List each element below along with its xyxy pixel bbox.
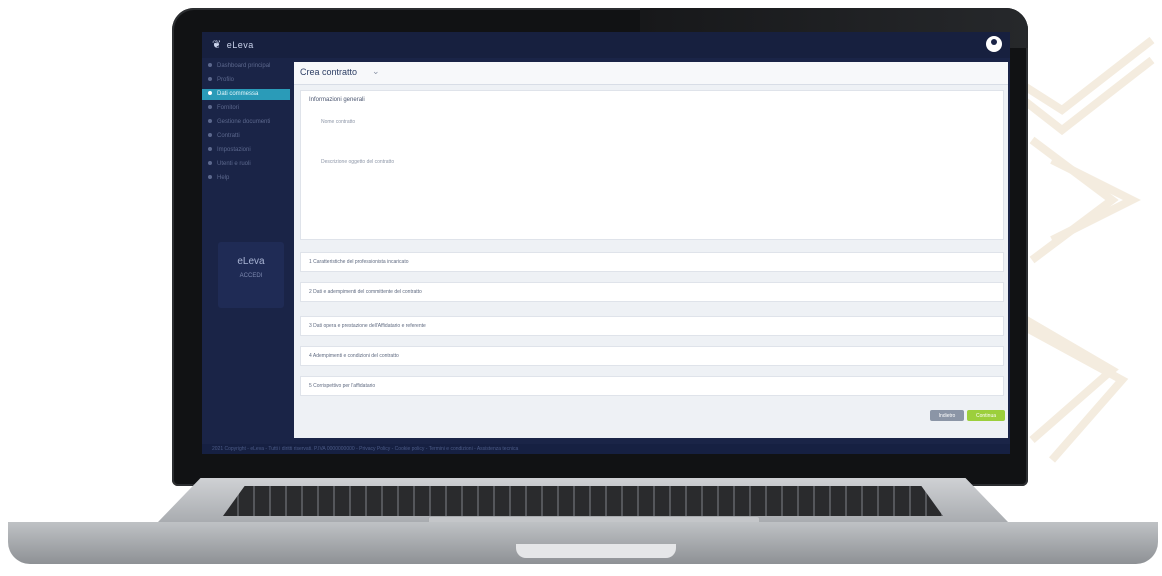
general-info-card: Informazioni generali Nome contratto Des… [300, 90, 1004, 240]
sidebar-item-label: Fornitori [217, 105, 240, 111]
section-row[interactable]: 5 Corrispettivo per l'affidatario [300, 376, 1004, 396]
sidebar-brand-card: eLeva ACCEDI [218, 242, 284, 308]
lid-opening-notch [516, 544, 676, 558]
menu-dot-icon [208, 119, 212, 124]
status-bar: 2021 Copyright - eLeva - Tutti i diritti… [202, 444, 1010, 454]
section-row-label: 2 Dati e adempimenti del committente del… [309, 289, 422, 295]
laptop-base [8, 466, 1158, 570]
section-row-label: 3 Dati opera e prestazione dell'Affidata… [309, 323, 426, 329]
sidebar-item[interactable]: Help [202, 173, 290, 184]
content-header: Crea contratto ⌄ [294, 62, 1008, 85]
sidebar-item[interactable]: Dashboard principal [202, 61, 290, 72]
app-logo[interactable]: ❦ eLeva [212, 38, 254, 51]
main-content: Crea contratto ⌄ Informazioni generali N… [294, 62, 1008, 438]
sidebar-item-label: Impostazioni [217, 147, 251, 153]
section-row[interactable]: 3 Dati opera e prestazione dell'Affidata… [300, 316, 1004, 336]
sidebar-item[interactable]: Impostazioni [202, 145, 290, 156]
sidebar-item[interactable]: Profilo [202, 75, 290, 86]
section-row-label: 5 Corrispettivo per l'affidatario [309, 383, 376, 389]
chevron-down-icon[interactable]: ⌄ [372, 66, 380, 77]
menu-dot-icon [208, 133, 212, 138]
section-row[interactable]: 2 Dati e adempimenti del committente del… [300, 282, 1004, 302]
menu-dot-icon [208, 63, 212, 68]
sidebar-item[interactable]: Dati commessa [202, 89, 290, 100]
user-avatar[interactable] [986, 36, 1002, 52]
section-row[interactable]: 4 Adempimenti e condizioni del contratto [300, 346, 1004, 366]
page-title: Crea contratto [300, 67, 358, 77]
back-button[interactable]: Indietro [930, 410, 964, 421]
continue-button[interactable]: Continua [967, 410, 1005, 421]
menu-dot-icon [208, 91, 212, 96]
menu-dot-icon [208, 77, 212, 82]
sidebar: Dashboard principal Profilo Dati commessa F… [202, 58, 290, 446]
laptop-screen: ❦ eLeva Dashboard principal Profilo Dati c… [202, 32, 1010, 454]
card-title: Informazioni generali [309, 97, 365, 103]
sidebar-item-label: Dashboard principal [217, 63, 271, 69]
sidebar-item[interactable]: Utenti e ruoli [202, 159, 290, 170]
brand-tag: ACCEDI [239, 273, 263, 279]
contract-description-field[interactable]: Descrizione oggetto del contratto [321, 159, 394, 165]
sidebar-item-label: Dati commessa [217, 91, 259, 97]
menu-dot-icon [208, 105, 212, 110]
sidebar-item-label: Contratti [217, 133, 240, 139]
menu-dot-icon [208, 147, 212, 152]
brand-name: eLeva [237, 256, 265, 267]
section-row[interactable]: 1 Caratteristiche del professionista inc… [300, 252, 1004, 272]
top-bar: ❦ eLeva [202, 32, 1010, 58]
contract-name-field[interactable]: Nome contratto [321, 119, 355, 125]
section-row-label: 1 Caratteristiche del professionista inc… [309, 259, 409, 265]
sidebar-item-label: Gestione documenti [217, 119, 271, 125]
sidebar-item-label: Utenti e ruoli [217, 161, 251, 167]
logo-mark-icon: ❦ [212, 39, 222, 51]
section-row-label: 4 Adempimenti e condizioni del contratto [309, 353, 399, 359]
sidebar-item-label: Profilo [217, 77, 235, 83]
keyboard [223, 486, 943, 516]
menu-dot-icon [208, 161, 212, 166]
menu-dot-icon [208, 175, 212, 180]
sidebar-item-label: Help [217, 175, 230, 181]
sidebar-item[interactable]: Gestione documenti [202, 117, 290, 128]
sidebar-item[interactable]: Contratti [202, 131, 290, 142]
logo-text: eLeva [226, 40, 254, 50]
sidebar-item[interactable]: Fornitori [202, 103, 290, 114]
